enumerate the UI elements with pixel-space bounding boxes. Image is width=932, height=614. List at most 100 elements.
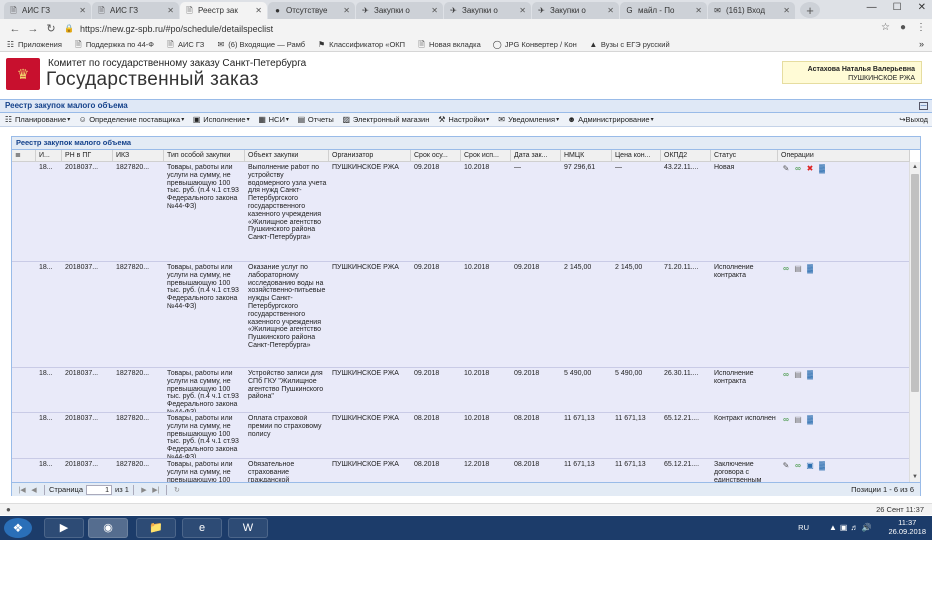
word-icon[interactable]: W: [228, 518, 268, 538]
document-icon[interactable]: ▤: [793, 415, 803, 425]
link-icon[interactable]: ∞: [793, 461, 803, 471]
column-header[interactable]: ИКЗ: [113, 150, 164, 162]
edit-icon[interactable]: ✎: [781, 164, 791, 174]
menu-dots-icon[interactable]: ⋮: [916, 22, 926, 33]
exit-button[interactable]: ↪ Выход: [899, 115, 928, 124]
chart-icon[interactable]: ▓: [817, 164, 827, 174]
close-window-icon[interactable]: ✕: [918, 2, 926, 13]
star-icon[interactable]: ☆: [881, 22, 890, 33]
page-number-input[interactable]: 1: [86, 484, 112, 495]
browser-tab[interactable]: 🗎 Реестр зак ✕: [180, 2, 267, 19]
column-header[interactable]: Объект закупки: [245, 150, 329, 162]
menu-grid[interactable]: ☷ Планирование ▾: [4, 115, 70, 124]
column-header[interactable]: НМЦК: [561, 150, 612, 162]
column-menu-icon[interactable]: ≣: [12, 150, 36, 162]
menu-table[interactable]: ▦ НСИ ▾: [258, 115, 289, 124]
browser-tab[interactable]: 🗎 АИС ГЗ ✕: [92, 2, 179, 19]
close-icon[interactable]: ✕: [519, 6, 526, 15]
column-header[interactable]: РН в ПГ: [62, 150, 113, 162]
menu-wrench[interactable]: ⚒ Настройки ▾: [437, 115, 489, 124]
coat-of-arms-logo[interactable]: ♛: [6, 58, 40, 90]
start-button-icon[interactable]: ❖: [4, 518, 32, 538]
browser-tab[interactable]: ✈ Закупки о ✕: [532, 2, 619, 19]
save-icon[interactable]: ▣: [805, 461, 815, 471]
browser-tab[interactable]: ✉ (161) Вход ✕: [708, 2, 795, 19]
link-icon[interactable]: ∞: [781, 370, 791, 380]
table-row[interactable]: 18... 2018037... 1827820... Товары, работы …: [12, 262, 910, 368]
delete-icon[interactable]: ✖: [805, 164, 815, 174]
close-icon[interactable]: ✕: [79, 6, 86, 15]
folder-icon[interactable]: 📁: [136, 518, 176, 538]
scroll-up-icon[interactable]: ▲: [910, 162, 920, 172]
column-header[interactable]: И...: [36, 150, 62, 162]
browser-tab[interactable]: ● Отсутствуе ✕: [268, 2, 355, 19]
minimize-icon[interactable]: —: [867, 2, 877, 13]
collapse-icon[interactable]: —: [919, 102, 928, 110]
chrome-icon[interactable]: ◉: [88, 518, 128, 538]
chart-icon[interactable]: ▓: [805, 264, 815, 274]
table-row[interactable]: 18... 2018037... 1827820... Товары, работы …: [12, 162, 910, 262]
column-header[interactable]: Операции: [778, 150, 910, 162]
menu-shop[interactable]: ▨ Электронный магазин: [342, 115, 430, 124]
table-row[interactable]: 18... 2018037... 1827820... Товары, работы …: [12, 459, 910, 482]
chart-icon[interactable]: ▓: [805, 370, 815, 380]
link-icon[interactable]: ∞: [781, 264, 791, 274]
url-field[interactable]: 🔒 https://new.gz-spb.ru/#po/schedule/det…: [64, 21, 904, 36]
bookmark-item[interactable]: ✉ (6) Входящие — Рамб: [216, 40, 305, 49]
menu-envelope[interactable]: ✉ Уведомления ▾: [497, 115, 559, 124]
link-icon[interactable]: ∞: [781, 415, 791, 425]
next-page-icon[interactable]: ▶: [138, 486, 150, 494]
column-header[interactable]: Тип особой закупки: [164, 150, 245, 162]
browser-tab[interactable]: ✈ Закупки о ✕: [356, 2, 443, 19]
column-header[interactable]: ОКПД2: [661, 150, 711, 162]
browser-tab[interactable]: 🗎 АИС ГЗ ✕: [4, 2, 91, 19]
close-icon[interactable]: ✕: [167, 6, 174, 15]
account-icon[interactable]: ●: [900, 22, 906, 33]
maximize-icon[interactable]: ☐: [893, 2, 902, 13]
column-header[interactable]: Дата зак...: [511, 150, 561, 162]
menu-user[interactable]: ☻ Администрирование ▾: [567, 115, 653, 124]
bookmark-item[interactable]: ◯ JPG Конвертер / Кон: [493, 40, 577, 49]
menu-people[interactable]: ☺ Определение поставщика ▾: [78, 115, 185, 124]
bookmark-item[interactable]: ⚑ Классификатор «ОКП: [317, 40, 405, 49]
more-bookmarks-icon[interactable]: »: [919, 39, 924, 49]
prev-page-icon[interactable]: ◀: [28, 486, 40, 494]
bookmark-item[interactable]: 🗎 АИС ГЗ: [166, 40, 204, 49]
document-icon[interactable]: ▤: [793, 370, 803, 380]
column-header[interactable]: Срок осу...: [411, 150, 461, 162]
bookmark-item[interactable]: 🗎 Новая вкладка: [417, 40, 480, 49]
browser-tab[interactable]: ✈ Закупки о ✕: [444, 2, 531, 19]
column-header[interactable]: Организатор: [329, 150, 411, 162]
edit-icon[interactable]: ✎: [781, 461, 791, 471]
close-icon[interactable]: ✕: [431, 6, 438, 15]
bookmark-item[interactable]: 🗎 Поддержка по 44-Ф: [74, 40, 154, 49]
last-page-icon[interactable]: ▶|: [150, 486, 162, 494]
close-icon[interactable]: ✕: [343, 6, 350, 15]
chart-icon[interactable]: ▓: [817, 461, 827, 471]
chart-icon[interactable]: ▓: [805, 415, 815, 425]
user-info-box[interactable]: Астахова Наталья Валерьевна ПУШКИНСКОЕ Р…: [782, 61, 922, 84]
clock[interactable]: 11:37 26.09.2018: [888, 518, 926, 536]
column-header[interactable]: Цена кон...: [612, 150, 661, 162]
refresh-icon[interactable]: ↻: [171, 486, 183, 494]
link-icon[interactable]: ∞: [793, 164, 803, 174]
ie-icon[interactable]: e: [182, 518, 222, 538]
new-tab-icon[interactable]: +: [800, 2, 820, 18]
first-page-icon[interactable]: |◀: [16, 486, 28, 494]
forward-arrow-icon[interactable]: →: [24, 23, 42, 35]
reload-icon[interactable]: ↻: [42, 22, 60, 35]
language-indicator[interactable]: RU: [798, 523, 809, 532]
document-icon[interactable]: ▤: [793, 264, 803, 274]
bookmark-item[interactable]: ☷ Приложения: [6, 40, 62, 49]
scrollbar-thumb[interactable]: [911, 174, 919, 392]
close-icon[interactable]: ✕: [255, 6, 262, 15]
vertical-scrollbar[interactable]: ▲ ▼: [909, 162, 920, 482]
browser-tab[interactable]: Gмайл - По ✕: [620, 2, 707, 19]
close-icon[interactable]: ✕: [607, 6, 614, 15]
table-row[interactable]: 18... 2018037... 1827820... Товары, работы …: [12, 368, 910, 413]
back-arrow-icon[interactable]: ←: [6, 23, 24, 35]
close-icon[interactable]: ✕: [783, 6, 790, 15]
menu-truck[interactable]: ▣ Исполнение ▾: [192, 115, 250, 124]
scroll-down-icon[interactable]: ▼: [910, 472, 920, 482]
media-player-icon[interactable]: ▶: [44, 518, 84, 538]
